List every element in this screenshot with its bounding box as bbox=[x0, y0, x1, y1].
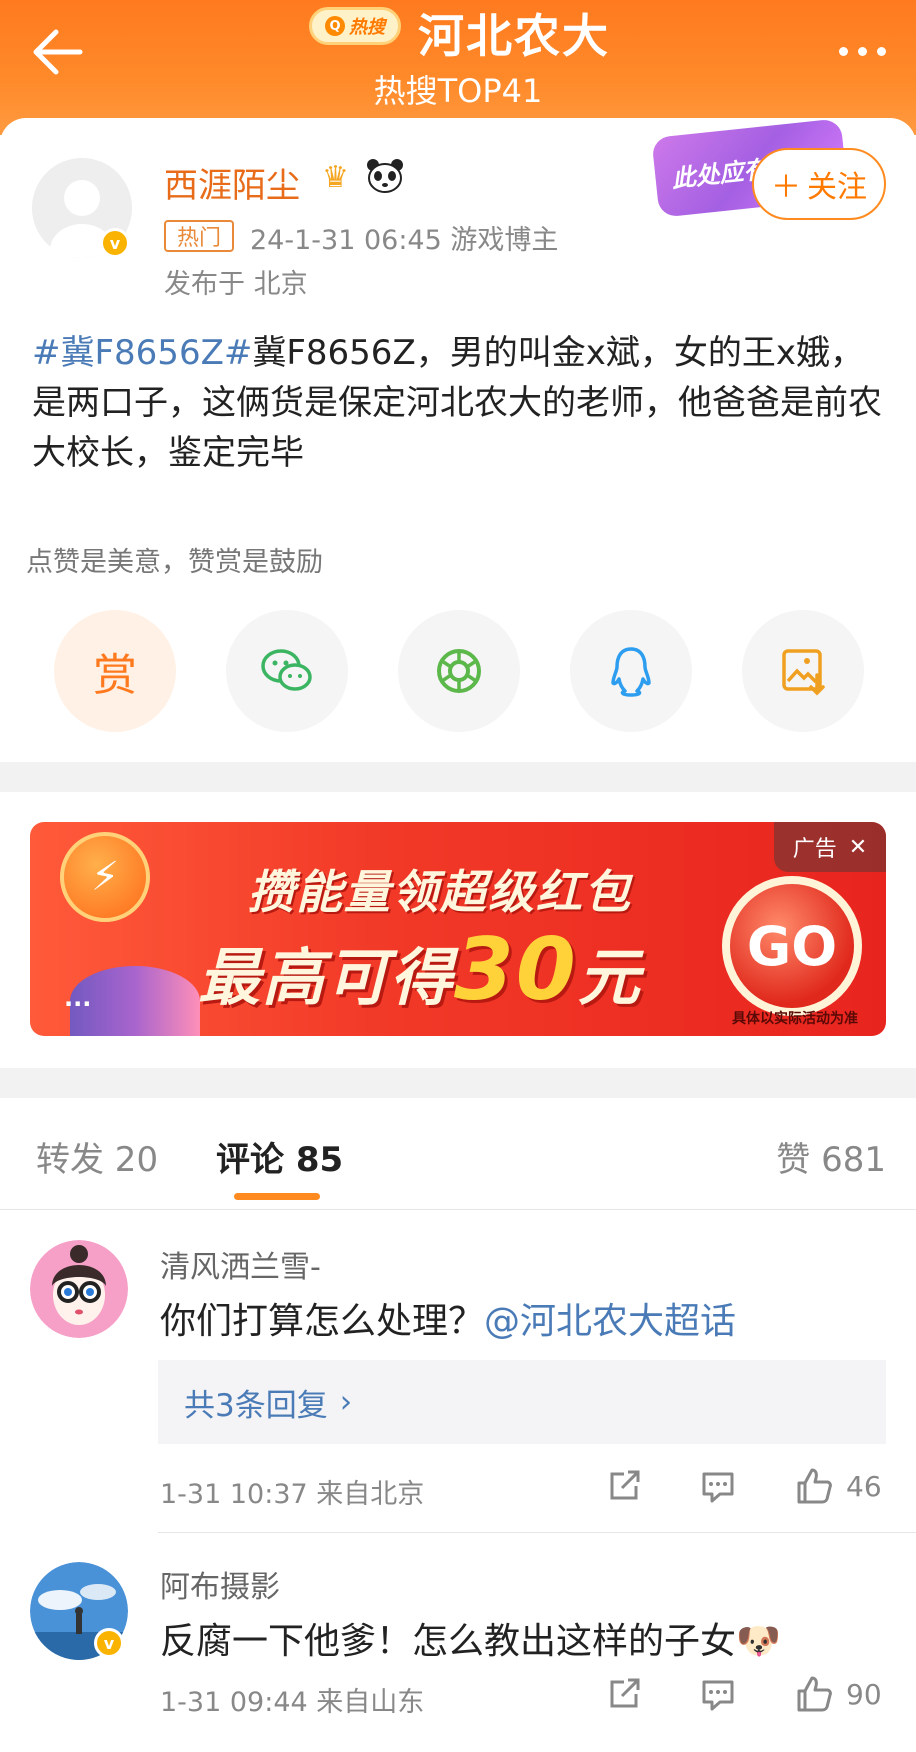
share-icon bbox=[610, 1678, 640, 1708]
ad-prefix: 最高可得 bbox=[198, 941, 455, 1014]
section-separator bbox=[0, 762, 916, 792]
comment-text: 你们打算怎么处理？@河北农大超话 bbox=[160, 1292, 736, 1344]
dot-icon bbox=[877, 46, 886, 56]
thumbs-up-icon bbox=[797, 1468, 832, 1504]
comment-meta: 1-31 10:37 来自北京 bbox=[160, 1479, 425, 1510]
comment-icon bbox=[702, 1472, 734, 1503]
topic-link[interactable]: #冀F8656Z# bbox=[32, 333, 252, 373]
ad-disclaimer: 具体以实际活动为准 bbox=[732, 1011, 858, 1027]
tab-repost[interactable]: 转发 20 bbox=[36, 1132, 158, 1181]
view-replies-button[interactable]: 共3条回复 › bbox=[158, 1360, 886, 1444]
replies-count: 共3条回复 bbox=[184, 1387, 328, 1424]
verified-badge-icon: v bbox=[94, 1628, 124, 1658]
ad-go-button[interactable]: GO bbox=[722, 876, 862, 1016]
more-options-button[interactable] bbox=[816, 36, 886, 66]
verified-badge-icon: v bbox=[100, 228, 130, 258]
ad-banner[interactable]: ⚡ ··· 攒能量领超级红包 最高可得30元 GO 具体以实际活动为准 广告 ✕ bbox=[30, 822, 886, 1036]
ad-unit: 元 bbox=[577, 941, 642, 1014]
commenter-name[interactable]: 阿布摄影 bbox=[160, 1562, 280, 1606]
save-image-icon bbox=[782, 649, 825, 696]
thumbs-up-icon bbox=[797, 1676, 832, 1712]
comment-item: v 阿布摄影 反腐一下他爹！怎么教出这样的子女🐶 1-31 09:44 来自山东… bbox=[0, 1534, 916, 1752]
interaction-tabs: 转发 20 评论 85 赞 681 bbox=[0, 1098, 916, 1210]
page-title: 河北农大 bbox=[418, 9, 610, 63]
comment-item: 清风洒兰雪- 你们打算怎么处理？@河北农大超话 共3条回复 › 1-31 10:… bbox=[0, 1212, 916, 1534]
hot-search-badge[interactable]: Q 热搜 bbox=[309, 7, 401, 45]
share-comment-button[interactable] bbox=[604, 1466, 644, 1506]
share-qq-button[interactable] bbox=[570, 610, 692, 732]
tab-comments[interactable]: 评论 85 bbox=[216, 1132, 343, 1181]
share-row: 赏 bbox=[54, 610, 864, 734]
plus-icon: ＋ bbox=[771, 170, 801, 205]
dot-icon bbox=[839, 46, 848, 56]
wechat-icon bbox=[261, 649, 312, 691]
like-comment-button[interactable]: 46 bbox=[794, 1466, 882, 1506]
ad-amount: 30 bbox=[454, 920, 578, 1020]
page-subtitle: 热搜TOP41 bbox=[373, 72, 543, 110]
reward-hint: 点赞是美意，赞赏是鼓励 bbox=[26, 547, 323, 578]
save-image-button[interactable] bbox=[742, 610, 864, 732]
commenter-avatar[interactable] bbox=[30, 1240, 128, 1338]
tab-likes[interactable]: 赞 681 bbox=[776, 1132, 886, 1181]
hot-search-label: 热搜 bbox=[349, 17, 385, 38]
share-moments-button[interactable] bbox=[398, 610, 520, 732]
comment-meta: 1-31 09:44 来自山东 bbox=[160, 1687, 425, 1718]
follow-button[interactable]: ＋ 关注 bbox=[752, 148, 886, 220]
reward-button[interactable]: 赏 bbox=[54, 610, 176, 732]
author-name[interactable]: 西涯陌尘 bbox=[164, 158, 300, 207]
moments-icon bbox=[437, 649, 481, 693]
commenter-name[interactable]: 清风洒兰雪- bbox=[160, 1242, 321, 1286]
like-count: 46 bbox=[846, 1469, 882, 1503]
qq-icon bbox=[611, 647, 651, 697]
ad-label: 广告 bbox=[792, 837, 837, 862]
like-count: 90 bbox=[846, 1677, 882, 1711]
hot-tag-badge: 热门 bbox=[164, 220, 234, 252]
post-body: #冀F8656Z#冀F8656Z，男的叫金x斌，女的王x娥，是两口子，这俩货是保… bbox=[32, 328, 887, 478]
comment-icon bbox=[702, 1680, 734, 1711]
ad-tag[interactable]: 广告 ✕ bbox=[774, 822, 886, 872]
share-wechat-button[interactable] bbox=[226, 610, 348, 732]
section-separator bbox=[0, 1068, 916, 1098]
like-comment-button[interactable]: 90 bbox=[794, 1674, 882, 1714]
commenter-avatar-image bbox=[30, 1240, 128, 1338]
follow-label: 关注 bbox=[807, 170, 867, 205]
post-location: 发布于 北京 bbox=[164, 269, 308, 300]
chevron-right-icon: › bbox=[339, 1384, 353, 1420]
crown-icon: ♛ bbox=[322, 160, 349, 195]
comment-text: 反腐一下他爹！怎么教出这样的子女🐶 bbox=[160, 1621, 781, 1662]
post-card: v 西涯陌尘 ♛ 热门 24-1-31 06:45 游戏博主 发布于 北京 此处… bbox=[0, 118, 916, 758]
panda-icon bbox=[367, 159, 403, 193]
ad-dots: ··· bbox=[64, 990, 92, 1018]
divider bbox=[158, 1532, 916, 1533]
ad-headline: 攒能量领超级红包 bbox=[248, 865, 632, 919]
comment-body: 你们打算怎么处理？ bbox=[160, 1301, 485, 1342]
reward-label: 赏 bbox=[93, 650, 137, 701]
active-tab-indicator bbox=[234, 1193, 320, 1200]
post-time-role: 24-1-31 06:45 游戏博主 bbox=[250, 225, 559, 256]
ad-subheadline: 最高可得30元 bbox=[198, 920, 642, 1020]
reply-comment-button[interactable] bbox=[698, 1674, 738, 1714]
search-icon: Q bbox=[325, 16, 345, 36]
dot-icon bbox=[858, 46, 867, 56]
reply-comment-button[interactable] bbox=[698, 1466, 738, 1506]
share-icon bbox=[610, 1470, 640, 1500]
share-comment-button[interactable] bbox=[604, 1674, 644, 1714]
mention-link[interactable]: @河北农大超话 bbox=[484, 1301, 736, 1342]
close-icon[interactable]: ✕ bbox=[849, 835, 867, 860]
top-bar: Q 热搜 河北农大 热搜TOP41 bbox=[0, 0, 916, 135]
lightning-coin-icon: ⚡ bbox=[60, 832, 150, 922]
